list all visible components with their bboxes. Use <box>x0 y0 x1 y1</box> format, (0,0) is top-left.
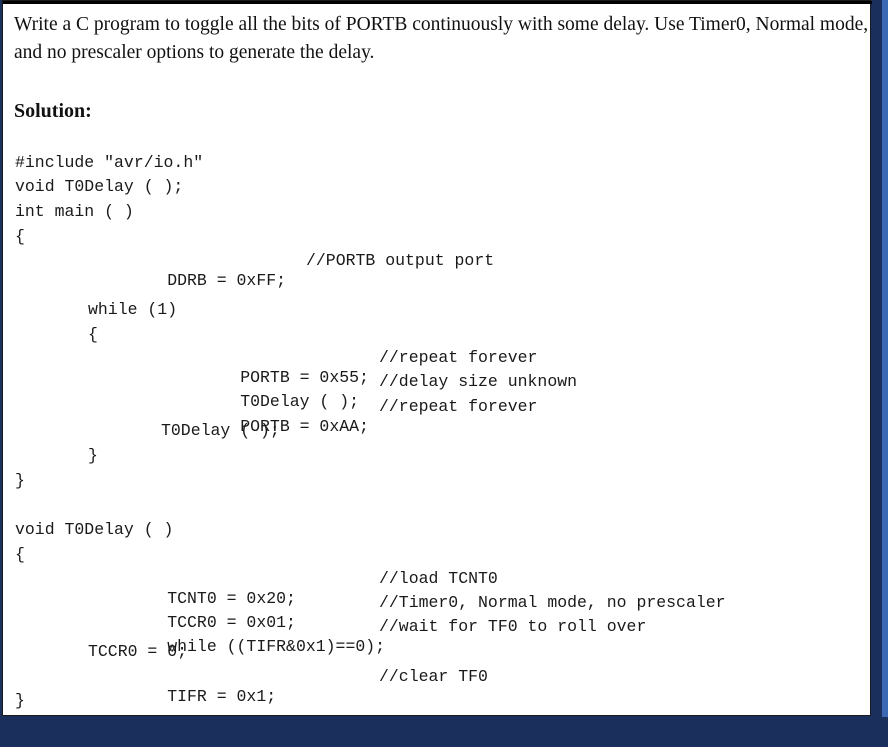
code-statement: DDRB = 0xFF; <box>167 271 287 290</box>
code-comment: //wait for TF0 to roll over <box>379 617 647 636</box>
code-line-2: void T0Delay ( ); <box>15 177 184 196</box>
code-statement: TIFR = 0x1; <box>167 687 277 706</box>
page-top-border <box>3 1 872 4</box>
code-line-15: { <box>15 545 25 564</box>
code-line-13: } <box>15 471 25 490</box>
code-comment: //delay size unknown <box>379 372 578 391</box>
code-comment: //clear TF0 <box>379 667 488 686</box>
code-comment: //repeat forever <box>379 397 538 416</box>
code-comment: //PORTB output port <box>306 251 495 270</box>
document-page: Write a C program to toggle all the bits… <box>2 0 872 716</box>
code-line-14: void T0Delay ( ) <box>15 520 174 539</box>
frame: Write a C program to toggle all the bits… <box>0 0 888 717</box>
code-comment: //Timer0, Normal mode, no prescaler <box>379 593 726 612</box>
code-line-6: while (1) <box>88 300 178 319</box>
code-comment: //load TCNT0 <box>379 569 498 588</box>
code-line-1: #include "avr/io.h" <box>15 153 204 172</box>
code-line-11: T0Delay ( ); <box>161 421 280 440</box>
code-comment: //repeat forever <box>379 348 538 367</box>
code-line-7: { <box>88 325 98 344</box>
code-line-4: { <box>15 227 25 246</box>
question-text: Write a C program to toggle all the bits… <box>14 14 869 63</box>
code-line-21: } <box>15 691 25 710</box>
solution-heading: Solution: <box>14 100 92 122</box>
code-line-12: } <box>88 446 98 465</box>
code-line-20: TIFR = 0x1; //clear TF0 <box>88 667 488 747</box>
code-statement: while ((TIFR&0x1)==0); <box>167 637 386 656</box>
code-line-19: TCCR0 = 0; <box>88 642 188 661</box>
code-line-3: int main ( ) <box>15 202 134 221</box>
accent-stripe <box>882 0 888 717</box>
